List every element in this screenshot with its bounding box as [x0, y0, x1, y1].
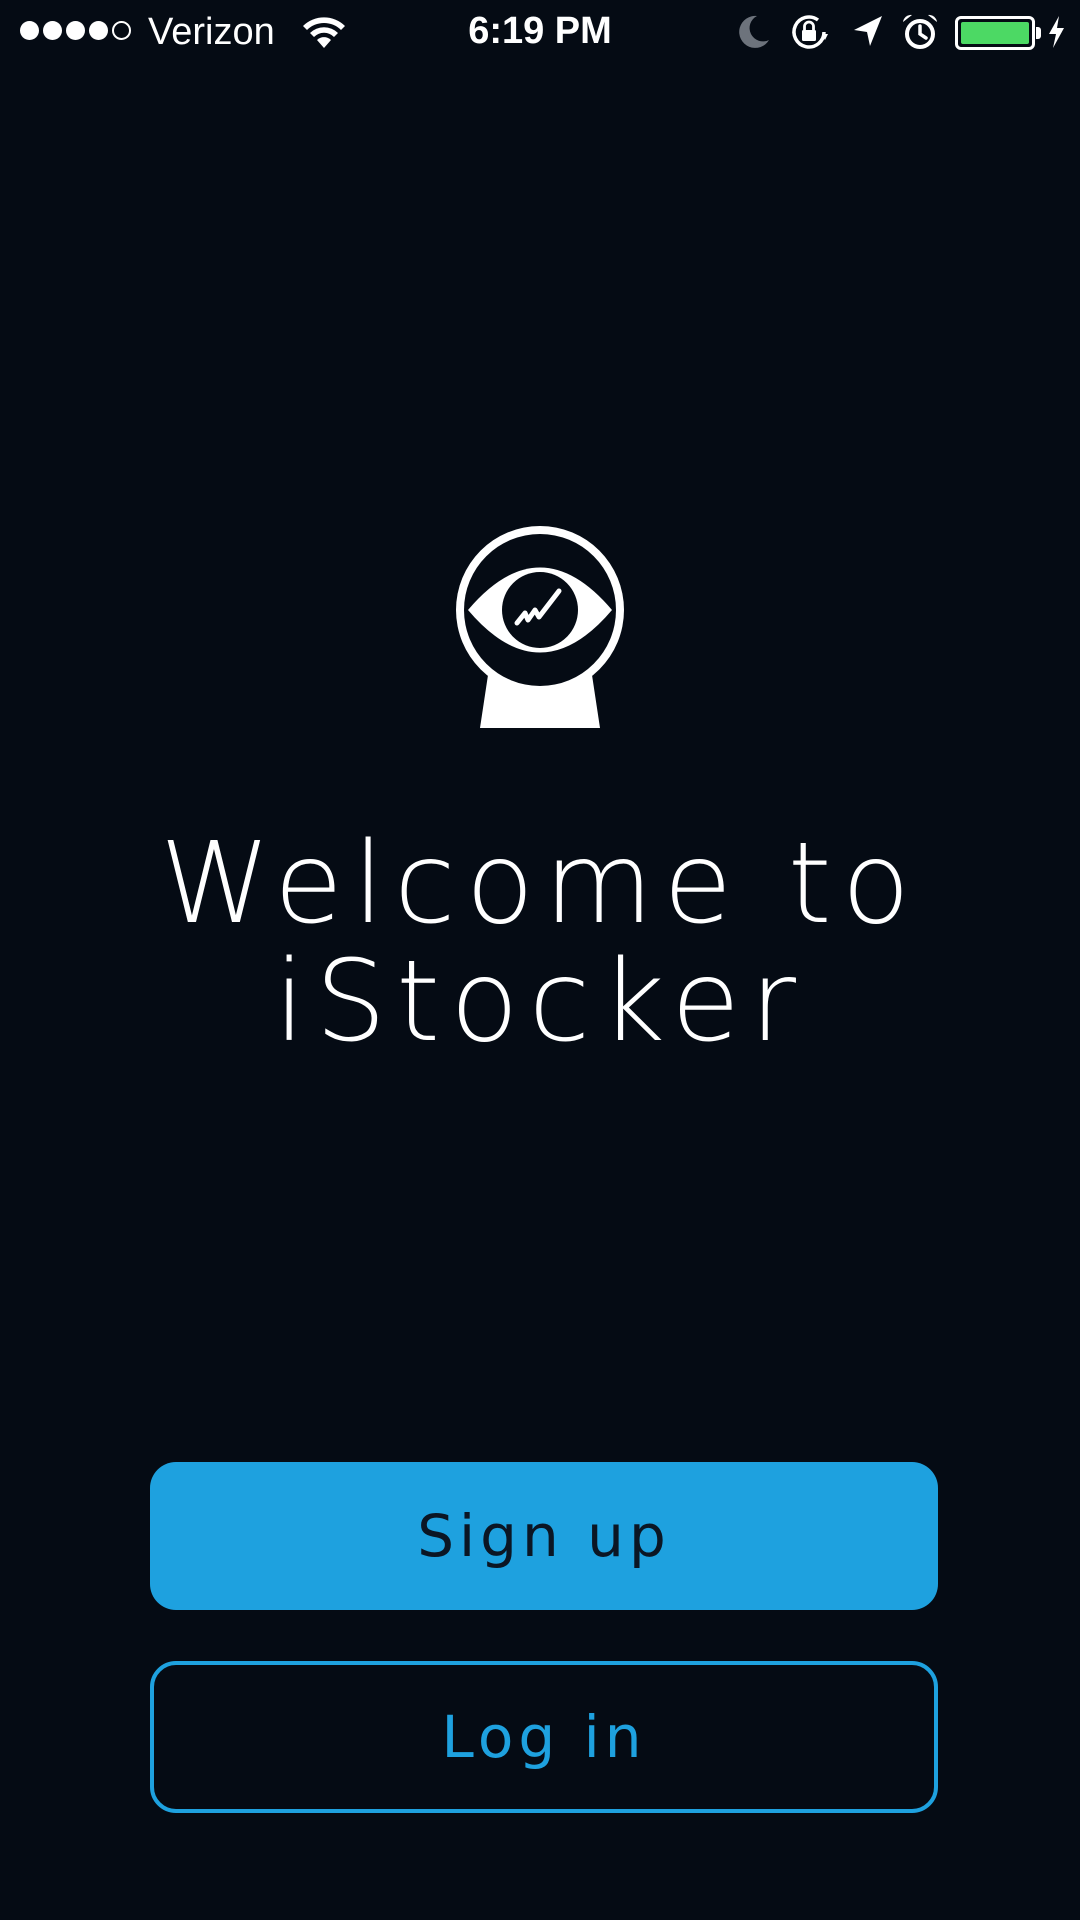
log-in-button-label: Log in — [441, 1703, 647, 1771]
rotation-lock-icon — [792, 15, 828, 49]
sign-up-button[interactable]: Sign up — [150, 1462, 938, 1610]
welcome-title-line-1: Welcome to — [159, 819, 921, 949]
battery-terminal — [1036, 27, 1041, 39]
log-in-button[interactable]: Log in — [150, 1661, 938, 1813]
welcome-title-line-2: iStocker — [273, 937, 807, 1067]
battery-icon — [955, 16, 1035, 50]
charging-bolt-icon — [1049, 16, 1064, 48]
alarm-icon — [903, 14, 937, 49]
location-arrow-icon — [854, 16, 882, 46]
battery-level-fill — [961, 22, 1029, 44]
sign-up-button-label: Sign up — [417, 1502, 671, 1570]
status-bar: Verizon 6:19 PM — [0, 0, 1080, 64]
welcome-title: Welcome to iStocker — [0, 825, 1080, 1061]
moon-icon — [739, 15, 769, 48]
eye-stock-chart-icon — [456, 526, 624, 728]
